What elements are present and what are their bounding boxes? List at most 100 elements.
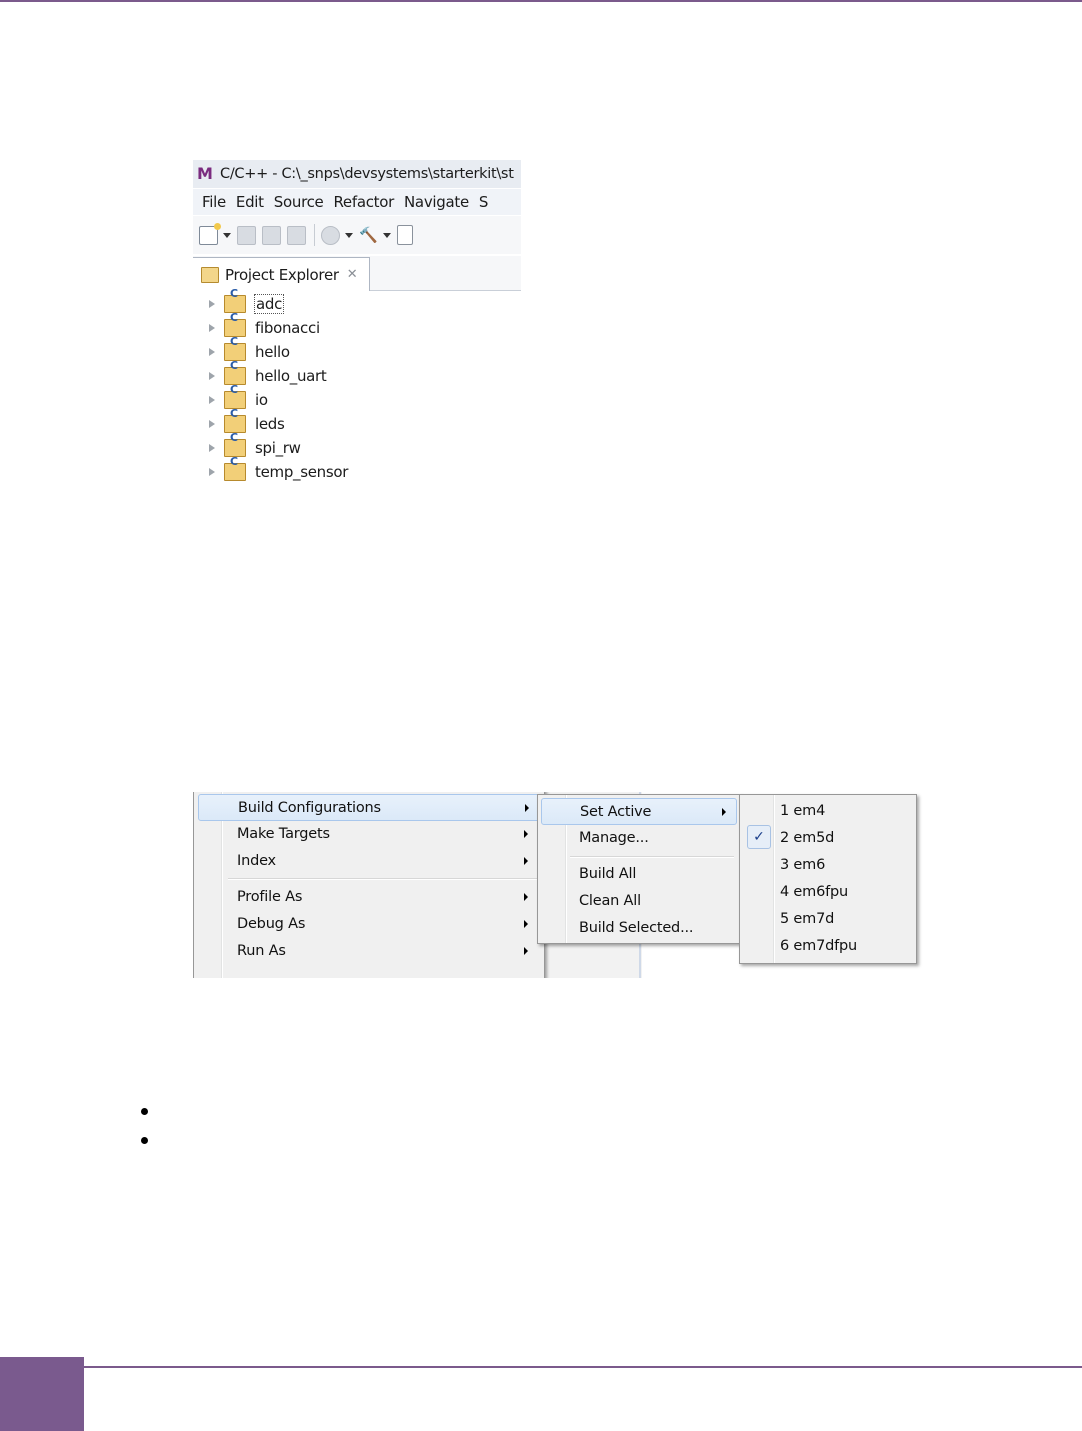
menu-item-label: 1 em4: [780, 802, 826, 819]
menu-refactor[interactable]: Refactor: [333, 193, 394, 211]
submenu-build-configurations: Set Active Manage... Build All Clean All…: [537, 794, 741, 944]
context-menu-main: Build Configurations Make Targets Index …: [193, 792, 545, 978]
menu-item-label: Debug As: [237, 915, 306, 932]
close-icon[interactable]: ✕: [347, 267, 358, 282]
tree-item-adc[interactable]: adc: [193, 287, 521, 316]
menu-item-config-em7dfpu[interactable]: 6 em7dfpu: [743, 933, 911, 958]
menu-item-debug-as[interactable]: Debug As: [198, 911, 538, 936]
new-dropdown-icon[interactable]: [223, 232, 231, 238]
project-tree: adc fibonacci hello hello_uart io leds: [193, 287, 521, 484]
menu-item-label: 3 em6: [780, 856, 826, 873]
print-icon[interactable]: [287, 225, 306, 245]
tree-item-hello[interactable]: hello: [193, 335, 521, 364]
toolbar: 🔨: [193, 216, 521, 254]
menu-item-config-em5d[interactable]: ✓ 2 em5d: [743, 825, 911, 850]
menu-source[interactable]: Source: [274, 193, 324, 211]
menu-item-clean-all[interactable]: Clean All: [541, 888, 735, 913]
menu-item-label: 2 em5d: [780, 829, 835, 846]
expand-arrow-icon[interactable]: [209, 372, 215, 380]
menubar: File Edit Source Refactor Navigate S: [193, 189, 521, 215]
save-icon[interactable]: [237, 225, 256, 245]
menu-item-index[interactable]: Index: [198, 848, 538, 873]
tree-item-leds[interactable]: leds: [193, 407, 521, 436]
menu-item-label: Make Targets: [237, 825, 330, 842]
expand-arrow-icon[interactable]: [209, 300, 215, 308]
app-logo-icon: M: [197, 164, 213, 183]
tree-item-hello-uart[interactable]: hello_uart: [193, 359, 521, 388]
expand-arrow-icon[interactable]: [209, 348, 215, 356]
submenu-arrow-icon: [524, 919, 528, 928]
menu-item-label: 5 em7d: [780, 910, 835, 927]
menu-item-label: 4 em6fpu: [780, 883, 849, 900]
toolbar-separator: [314, 224, 315, 246]
debug-icon[interactable]: [321, 225, 340, 245]
tree-item-fibonacci[interactable]: fibonacci: [193, 311, 521, 340]
menu-item-label: Clean All: [579, 892, 641, 909]
tree-item-label: temp_sensor: [255, 463, 349, 481]
context-menu-screenshot: Build Configurations Make Targets Index …: [193, 792, 923, 978]
submenu-arrow-icon: [524, 946, 528, 955]
tree-item-spi-rw[interactable]: spi_rw: [193, 431, 521, 460]
expand-arrow-icon[interactable]: [209, 420, 215, 428]
expand-arrow-icon[interactable]: [209, 444, 215, 452]
tree-item-label: spi_rw: [255, 439, 301, 457]
binary-file-icon[interactable]: [396, 225, 413, 245]
tab-project-explorer[interactable]: Project Explorer ✕: [193, 257, 370, 291]
menu-edit[interactable]: Edit: [236, 193, 264, 211]
new-icon[interactable]: [199, 222, 221, 245]
menu-separator: [570, 856, 734, 858]
menu-item-manage[interactable]: Manage...: [541, 825, 735, 850]
expand-arrow-icon[interactable]: [209, 468, 215, 476]
menu-item-make-targets[interactable]: Make Targets: [198, 821, 538, 846]
submenu-arrow-icon: [524, 856, 528, 865]
tree-item-label: adc: [254, 294, 285, 314]
menu-item-run-as[interactable]: Run As: [198, 938, 538, 963]
window-title: C/C++ - C:\_snps\devsystems\starterkit\s…: [220, 166, 514, 182]
menu-item-config-em7d[interactable]: 5 em7d: [743, 906, 911, 931]
menu-item-config-em6[interactable]: 3 em6: [743, 852, 911, 877]
tree-item-label: fibonacci: [255, 319, 320, 337]
bullet-point: [141, 1108, 148, 1115]
menu-item-label: Build Configurations: [238, 799, 381, 816]
checkmark-icon: ✓: [747, 825, 771, 849]
tab-label: Project Explorer: [225, 265, 339, 284]
menu-item-profile-as[interactable]: Profile As: [198, 884, 538, 909]
tree-item-temp-sensor[interactable]: temp_sensor: [193, 455, 521, 484]
menu-item-build-configurations[interactable]: Build Configurations: [198, 794, 540, 821]
project-explorer-tabbar: Project Explorer ✕: [193, 256, 521, 291]
menu-item-label: Run As: [237, 942, 286, 959]
menu-item-config-em4[interactable]: 1 em4: [743, 798, 911, 823]
window-titlebar: M C/C++ - C:\_snps\devsystems\starterkit…: [193, 160, 521, 188]
submenu-set-active: 1 em4 ✓ 2 em5d 3 em6 4 em6fpu 5 em7d 6 e…: [739, 794, 917, 964]
menu-item-label: Index: [237, 852, 276, 869]
debug-dropdown-icon[interactable]: [345, 232, 353, 238]
menu-item-label: Manage...: [579, 829, 649, 846]
ide-screenshot: M C/C++ - C:\_snps\devsystems\starterkit…: [193, 160, 521, 496]
expand-arrow-icon[interactable]: [209, 324, 215, 332]
menu-item-label: 6 em7dfpu: [780, 937, 858, 954]
menu-item-build-all[interactable]: Build All: [541, 861, 735, 886]
menu-item-label: Set Active: [580, 803, 652, 820]
tree-item-label: hello: [255, 343, 290, 361]
menu-file[interactable]: File: [202, 193, 226, 211]
menu-navigate[interactable]: Navigate: [404, 193, 469, 211]
submenu-arrow-icon: [722, 807, 726, 816]
expand-arrow-icon[interactable]: [209, 396, 215, 404]
menu-item-build-selected[interactable]: Build Selected...: [541, 915, 735, 940]
project-explorer-icon: [201, 266, 219, 283]
menu-item-config-em6fpu[interactable]: 4 em6fpu: [743, 879, 911, 904]
build-hammer-icon[interactable]: 🔨: [359, 226, 378, 244]
menu-item-label: Build Selected...: [579, 919, 694, 936]
build-dropdown-icon[interactable]: [382, 232, 391, 238]
bullet-point: [141, 1137, 148, 1144]
save-all-icon[interactable]: [262, 225, 281, 245]
c-project-folder-icon: [224, 455, 246, 481]
menu-search[interactable]: S: [479, 193, 489, 211]
tree-item-label: io: [255, 391, 268, 409]
tree-item-io[interactable]: io: [193, 383, 521, 412]
submenu-arrow-icon: [524, 892, 528, 901]
menu-item-set-active[interactable]: Set Active: [541, 798, 737, 825]
submenu-arrow-icon: [524, 829, 528, 838]
header-rule: [0, 0, 1082, 2]
footer-rule: [84, 1366, 1082, 1368]
